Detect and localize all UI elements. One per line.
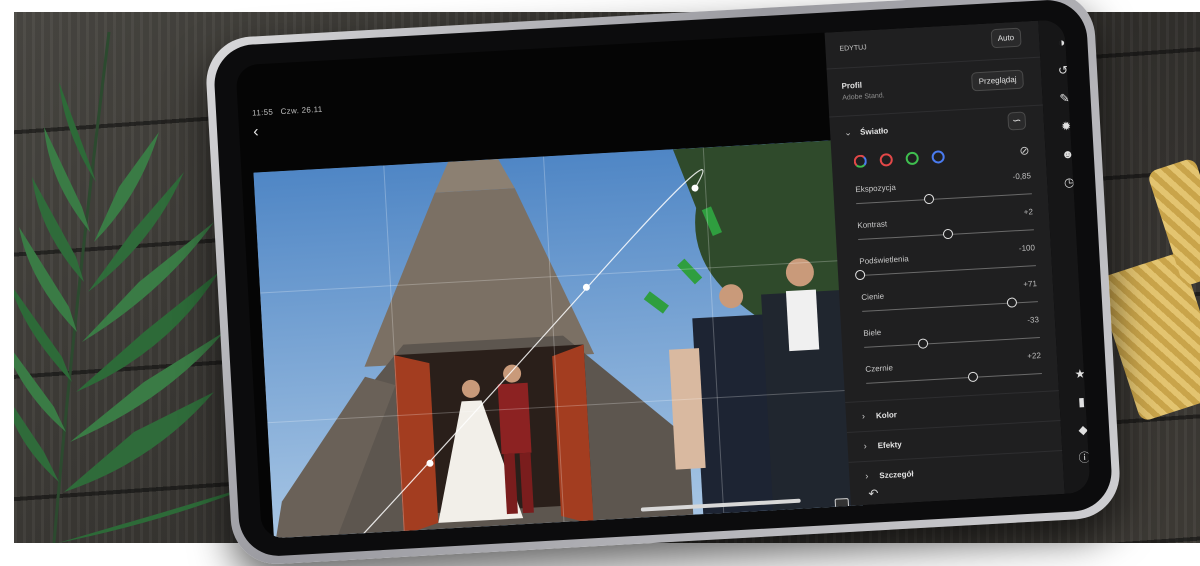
chevron-right-icon: › — [861, 410, 866, 422]
crop-icon[interactable]: ↺ — [1054, 61, 1073, 80]
adjustments-panel: Edytuj Auto Profil Adobe Stand. Przegląd… — [824, 20, 1065, 506]
slider-label: Ekspozycja — [855, 182, 897, 195]
slider-track[interactable] — [854, 265, 1036, 281]
radial-icon[interactable]: ✹ — [1057, 117, 1076, 136]
slider-label: Czernie — [865, 363, 894, 374]
section-label: Szczegół — [879, 469, 914, 481]
slider-knob[interactable] — [1007, 297, 1018, 308]
presets-icon[interactable]: ◑ — [1052, 33, 1071, 52]
slider-knob[interactable] — [917, 338, 929, 349]
section-label: Efekty — [877, 439, 902, 451]
slider-label: Cienie — [861, 291, 885, 302]
slider-value: +22 — [1027, 351, 1042, 361]
status-time: 11:55 — [251, 107, 274, 118]
profile-name: Adobe Stand. — [842, 92, 885, 102]
chevron-right-icon: › — [865, 470, 869, 482]
slider-track[interactable] — [864, 337, 1040, 349]
edit-label: Edytuj — [839, 44, 867, 53]
slider-label: Biele — [863, 327, 882, 338]
app-screen: 11:55 Czw. 26.11 ‹ EDYTUJ Auto Profil Ad… — [235, 19, 1091, 539]
slider-value: -0,85 — [1012, 171, 1032, 182]
blue-channel-icon[interactable] — [931, 150, 946, 164]
slider-row-biele: Biele -33 — [841, 314, 1056, 356]
slider-track[interactable] — [858, 228, 1034, 241]
auto-button[interactable]: Auto — [990, 27, 1022, 49]
no-visibility-icon[interactable]: ⊘ — [1019, 143, 1030, 158]
slider-knob[interactable] — [942, 228, 954, 240]
tablet-device: 11:55 Czw. 26.11 ‹ EDYTUJ Auto Profil Ad… — [203, 0, 1123, 566]
slider-track[interactable] — [862, 297, 1038, 312]
tag-icon[interactable]: ◆ — [1074, 420, 1091, 439]
wedding-photo — [253, 139, 864, 539]
browse-profiles-button[interactable]: Przeglądaj — [971, 69, 1024, 92]
slider-row-podświetlenia: Podświetlenia -100 — [837, 242, 1052, 284]
slider-value: -33 — [1027, 315, 1040, 325]
slider-value: -100 — [1018, 243, 1036, 254]
red-channel-icon[interactable] — [879, 153, 894, 167]
slider-value: +71 — [1023, 279, 1038, 289]
slider-label: Podświetlenia — [859, 254, 909, 267]
slider-value: +2 — [1023, 207, 1034, 217]
tablet-bezel: 11:55 Czw. 26.11 ‹ EDYTUJ Auto Profil Ad… — [212, 0, 1114, 558]
brush-icon[interactable]: ✎ — [1055, 89, 1074, 108]
slider-row-kontrast: Kontrast +2 — [835, 206, 1050, 248]
undo-icon[interactable]: ↶ — [868, 486, 879, 501]
chevron-right-icon: › — [863, 440, 867, 452]
healing-icon[interactable]: ☻ — [1058, 145, 1077, 164]
photo-canvas[interactable] — [253, 139, 864, 539]
slider-track[interactable] — [856, 193, 1032, 205]
star-icon[interactable]: ★ — [1071, 364, 1090, 383]
tone-curve-icon[interactable]: ∽ — [1007, 111, 1027, 131]
rgb-channel-icon[interactable] — [853, 154, 868, 169]
info-icon[interactable]: ⓘ — [1075, 448, 1090, 467]
section-label: Kolor — [875, 410, 898, 421]
collapse-chevron-icon: ⌄ — [843, 127, 852, 138]
status-date: Czw. 26.11 — [280, 104, 323, 117]
photo-compare-icon[interactable] — [834, 497, 850, 511]
green-channel-icon[interactable] — [905, 151, 920, 166]
status-bar: 11:55 Czw. 26.11 — [251, 104, 328, 118]
slider-row-cienie: Cienie +71 — [839, 278, 1054, 320]
comment-icon[interactable]: ▮ — [1072, 392, 1091, 411]
slider-knob[interactable] — [923, 193, 935, 205]
slider-knob[interactable] — [968, 371, 979, 383]
profile-title: Profil — [841, 80, 863, 91]
history-icon[interactable]: ◷ — [1060, 173, 1079, 192]
back-icon[interactable]: ‹ — [253, 123, 268, 140]
slider-track[interactable] — [866, 371, 1042, 384]
slider-knob[interactable] — [854, 269, 866, 281]
slider-label: Kontrast — [857, 219, 888, 231]
light-section-title: Światło — [859, 126, 889, 137]
channel-row: ⊘ — [831, 143, 1046, 172]
slider-row-czernie: Czernie +22 — [843, 350, 1058, 392]
slider-row-ekspozycja: Ekspozycja -0,85 — [833, 170, 1048, 212]
